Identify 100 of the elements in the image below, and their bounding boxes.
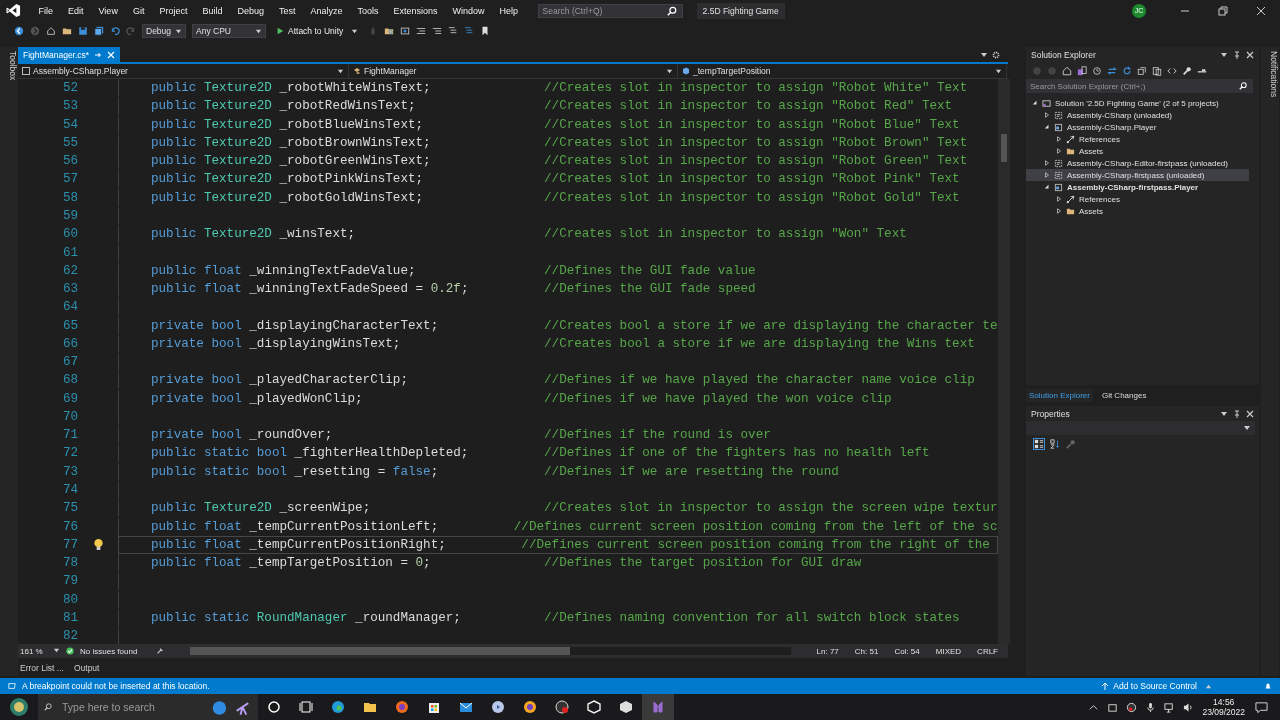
microphone-icon[interactable] [1145,701,1157,713]
lightbulb-icon[interactable] [92,538,104,552]
search-icon[interactable] [1239,82,1247,90]
toolbox-tab[interactable]: Toolbox [0,47,18,676]
code-icon[interactable] [1167,65,1177,76]
attach-button[interactable]: Attach to Unity [272,26,363,36]
close-icon[interactable] [1255,4,1267,17]
close-icon[interactable] [1246,50,1254,59]
pin-icon[interactable] [94,50,103,59]
cursor-position-info[interactable]: Col: 54 [894,646,920,656]
switch-views-icon[interactable] [1077,65,1087,76]
recorder-icon[interactable] [554,699,570,715]
tree-item[interactable]: Assembly-CSharp.Player [1026,121,1249,133]
categorized-icon[interactable] [1034,439,1044,449]
pin-icon[interactable] [1233,50,1241,59]
start-button-icon[interactable] [9,697,29,717]
source-control-button[interactable]: Add to Source Control [1095,680,1218,692]
new-project-icon[interactable] [46,26,56,36]
configuration-dropdown[interactable]: Debug [142,24,186,38]
open-folder-icon[interactable] [384,26,395,36]
browser-icon[interactable] [522,699,538,715]
close-icon[interactable] [1246,409,1254,418]
expand-arrow-icon[interactable] [1056,148,1062,154]
task-view-icon[interactable] [298,699,314,715]
zoom-dropdown[interactable]: 161 % [20,646,60,656]
save-all-icon[interactable] [94,26,104,36]
navigation-dropdown[interactable]: FightManager [349,64,678,78]
expand-arrow-icon[interactable] [1056,208,1062,214]
tool-window-tab[interactable]: Error List ... [20,662,64,674]
navigation-dropdown[interactable]: _tempTargetPosition [678,64,1007,78]
tree-item[interactable]: Assembly-CSharp-firstpass (unloaded) [1026,169,1249,181]
outdent-icon[interactable] [416,26,427,36]
platform-dropdown[interactable]: Any CPU [192,24,266,38]
history-icon[interactable] [1092,65,1102,76]
alphabetical-icon[interactable] [1050,439,1060,449]
brush-icon[interactable] [156,647,164,655]
issues-status[interactable]: No issues found [80,646,150,656]
show-all-files-icon[interactable] [1152,65,1162,76]
settings-icon[interactable] [992,50,1000,59]
cube-icon[interactable] [618,699,634,715]
search-field[interactable]: Search (Ctrl+Q) [537,3,683,18]
recorder-icon[interactable] [1126,701,1138,713]
dropdown-caret-icon[interactable] [1220,409,1228,418]
menu-item[interactable]: Analyze [303,5,350,16]
tree-item[interactable]: References [1026,133,1249,145]
tree-item[interactable]: Assembly-CSharp-Editor-firstpass (unloaded) [1026,157,1249,169]
collapse-arrow-icon[interactable] [1032,100,1038,106]
comment-icon[interactable] [448,26,459,36]
tree-item[interactable]: Assets [1026,205,1249,217]
expand-arrow-icon[interactable] [1056,136,1062,142]
uncomment-icon[interactable] [464,26,475,36]
menu-item[interactable]: Build [194,5,230,16]
bookmark-icon[interactable] [480,26,491,36]
menu-item[interactable]: Debug [229,5,272,16]
dropdown-caret-icon[interactable] [980,50,988,59]
volume-icon[interactable] [1183,701,1195,713]
navigation-dropdown[interactable]: Assembly-CSharp.Player [18,64,349,78]
media-player-icon[interactable] [490,699,506,715]
tool-window-tab[interactable]: Output [73,662,100,674]
panel-tab[interactable]: Solution Explorer [1026,388,1093,402]
document-tab[interactable]: FightManager.cs* [18,47,121,62]
expand-arrow-icon[interactable] [1044,172,1050,178]
sync-icon[interactable] [1107,65,1117,76]
expand-arrow-icon[interactable] [1056,196,1062,202]
expand-arrow-icon[interactable] [1044,160,1050,166]
solution-search-field[interactable]: Search Solution Explorer (Ctrl+;) [1026,79,1253,93]
network-icon[interactable] [1164,701,1176,713]
tree-item[interactable]: References [1026,193,1249,205]
tree-item[interactable]: Assembly-CSharp-firstpass.Player [1026,181,1249,193]
menu-item[interactable]: Help [492,5,526,16]
indent-icon[interactable] [432,26,443,36]
screenshot-icon[interactable] [400,26,411,36]
tree-item[interactable]: Solution '2.5D Fighting Game' (2 of 5 projects) [1026,97,1249,109]
tree-item[interactable]: Assembly-CSharp (unloaded) [1026,109,1249,121]
undo-icon[interactable] [110,26,120,36]
menu-item[interactable]: Tools [350,5,387,16]
search-icon[interactable] [666,5,677,16]
cursor-position-info[interactable]: CRLF [977,646,998,656]
firefox-icon[interactable] [394,699,410,715]
menu-item[interactable]: View [91,5,126,16]
horizontal-scrollbar[interactable] [190,647,791,655]
cursor-position-info[interactable]: Ch: 51 [854,646,879,656]
folder-icon[interactable] [62,26,72,36]
visual-studio-taskbar-button[interactable] [642,694,674,720]
cortana-icon[interactable] [266,699,282,715]
menu-item[interactable]: Test [271,5,303,16]
collapse-all-icon[interactable] [1137,65,1147,76]
menu-item[interactable]: File [31,5,61,16]
panel-tab[interactable]: Git Changes [1098,388,1150,402]
menu-item[interactable]: Git [125,5,152,16]
cursor-position-info[interactable]: Ln: 77 [816,646,839,656]
notifications-tab[interactable]: Notifications [1261,47,1279,676]
menu-item[interactable]: Edit [60,5,92,16]
refresh-icon[interactable] [1122,65,1132,76]
taskbar-search-field[interactable]: Type here to search [38,694,258,720]
home-icon[interactable] [1062,65,1072,76]
camera-icon[interactable] [1107,701,1119,713]
bell-icon[interactable] [1264,682,1272,690]
restore-icon[interactable] [1217,4,1229,17]
notification-center-icon[interactable] [1255,700,1268,714]
